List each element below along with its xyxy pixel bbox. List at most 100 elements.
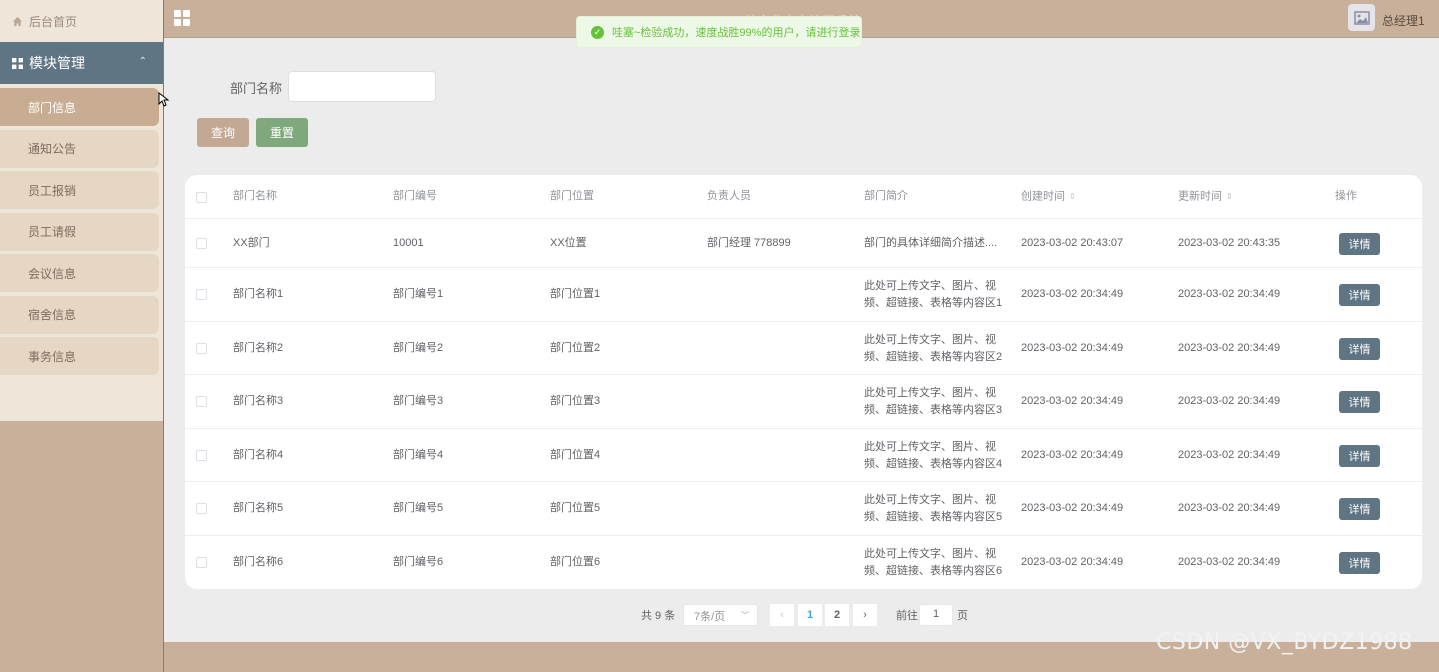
home-icon <box>12 16 23 26</box>
image-icon <box>1353 10 1370 25</box>
cell-updated: 2023-03-02 20:34:49 <box>1178 341 1281 354</box>
cell-code: 部门编号5 <box>393 502 444 514</box>
cell-code: 部门编号2 <box>393 341 444 354</box>
pagination-total: 共 9 条 <box>641 610 676 622</box>
row-checkbox[interactable] <box>196 342 207 354</box>
table-row: XX部门 10001 XX位置 部门经理 778899 部门的具体详细简介描述.... 2… <box>185 219 1422 268</box>
success-toast: ✓ 哇塞~检验成功，速度战胜99%的用户，请进行登录 <box>576 16 862 48</box>
column-header-label: 部门简介 <box>864 190 908 202</box>
avatar[interactable] <box>1348 4 1375 31</box>
sidebar-item[interactable]: 事务信息 <box>0 337 159 375</box>
next-page-button[interactable]: › <box>853 604 877 626</box>
chevron-right-icon: › <box>863 609 867 621</box>
grid-icon <box>12 57 23 69</box>
goto-label: 前往 <box>896 610 918 622</box>
detail-button[interactable]: 详情 <box>1339 498 1380 520</box>
cell-updated: 2023-03-02 20:43:35 <box>1178 236 1281 249</box>
intro-line-1: 此处可上传文字、图片、视 <box>864 494 996 506</box>
page-size-select[interactable]: 7条/页 ﹀ <box>683 604 758 626</box>
detail-button[interactable]: 详情 <box>1339 444 1380 467</box>
intro-line-2: 频、超链接、表格等内容区6 <box>864 564 1003 577</box>
sidebar-item[interactable]: 员工报销 <box>0 171 159 209</box>
column-header[interactable]: 创建时间 ⇕ <box>1021 188 1076 205</box>
detail-button[interactable]: 详情 <box>1339 551 1380 574</box>
reset-button[interactable]: 重置 <box>256 118 308 147</box>
chevron-up-icon: ⌃ <box>138 56 147 67</box>
detail-button[interactable]: 详情 <box>1339 337 1380 360</box>
cell-created: 2023-03-02 20:34:49 <box>1021 502 1124 514</box>
cell-intro: 部门的具体详细简介描述.... <box>864 235 1004 252</box>
cell-name: 部门名称6 <box>233 555 284 568</box>
query-button[interactable]: 查询 <box>197 118 249 147</box>
column-header-label: 部门位置 <box>550 190 594 202</box>
cell-location: 部门位置6 <box>550 555 601 568</box>
row-checkbox[interactable] <box>196 449 207 461</box>
table-row: 部门名称1 部门编号1 部门位置1 此处可上传文字、图片、视 频、超链接、表格等内容区1… <box>185 268 1422 322</box>
row-checkbox[interactable] <box>196 237 207 249</box>
cell-code: 部门编号6 <box>393 555 444 568</box>
cell-location: 部门位置3 <box>550 395 601 407</box>
sidebar-group-label: 模块管理 <box>29 55 85 71</box>
search-label: 部门名称 <box>230 81 283 96</box>
dept-table: 部门名称 部门编号 部门位置 负责人员 部门简介 创建时间 ⇕ 更新时间 ⇕ 操作 XX部门 1000… <box>185 175 1422 589</box>
sidebar-item[interactable]: 会议信息 <box>0 254 159 292</box>
column-header[interactable]: 更新时间 ⇕ <box>1178 188 1233 205</box>
table-row: 部门名称5 部门编号5 部门位置5 此处可上传文字、图片、视 频、超链接、表格等内容区5… <box>185 482 1422 536</box>
cell-created: 2023-03-02 20:34:49 <box>1021 395 1124 407</box>
menu-grid-icon[interactable] <box>174 10 190 26</box>
chevron-left-icon: ‹ <box>780 609 784 621</box>
cell-location: 部门位置4 <box>550 448 601 461</box>
row-checkbox[interactable] <box>196 556 207 568</box>
cell-created: 2023-03-02 20:34:49 <box>1021 288 1124 300</box>
cell-code: 部门编号4 <box>393 448 444 461</box>
cell-intro: 此处可上传文字、图片、视 频、超链接、表格等内容区4 <box>864 439 1004 473</box>
page-jump-input[interactable]: 1 <box>919 604 953 626</box>
column-header-label: 部门编号 <box>393 190 437 202</box>
table-row: 部门名称4 部门编号4 部门位置4 此处可上传文字、图片、视 频、超链接、表格等内容区4… <box>185 429 1422 482</box>
page-unit-label: 页 <box>957 610 968 622</box>
sidebar-home[interactable]: 后台首页 <box>0 0 163 42</box>
sidebar-item[interactable]: 员工请假 <box>0 212 159 251</box>
toast-message: 哇塞~检验成功，速度战胜99%的用户，请进行登录 <box>612 27 861 39</box>
cell-name: 部门名称3 <box>233 395 284 407</box>
cell-location: XX位置 <box>550 236 587 249</box>
sort-icon[interactable]: ⇕ <box>1069 188 1076 205</box>
sidebar-home-label: 后台首页 <box>29 14 78 29</box>
sidebar-submenu: 部门信息 通知公告 员工报销 员工请假 会议信息 宿舍信息 事务信息 <box>0 84 163 421</box>
check-circle-icon: ✓ <box>591 25 604 39</box>
cell-updated: 2023-03-02 20:34:49 <box>1178 448 1281 461</box>
select-all-checkbox[interactable] <box>196 192 207 203</box>
detail-button[interactable]: 详情 <box>1339 232 1380 255</box>
sort-icon[interactable]: ⇕ <box>1226 188 1233 205</box>
cell-code: 10001 <box>393 236 424 249</box>
row-checkbox[interactable] <box>196 503 207 514</box>
sidebar-group-modules[interactable]: 模块管理 ⌃ <box>0 42 163 84</box>
prev-page-button[interactable]: ‹ <box>770 604 794 626</box>
cell-updated: 2023-03-02 20:34:49 <box>1178 555 1281 568</box>
cell-intro: 此处可上传文字、图片、视 频、超链接、表格等内容区5 <box>864 492 1004 526</box>
page-1-button[interactable]: 1 <box>798 604 822 626</box>
cell-code: 部门编号1 <box>393 288 444 300</box>
cell-name: 部门名称2 <box>233 341 284 354</box>
sidebar-item[interactable]: 部门信息 <box>0 88 159 126</box>
cell-created: 2023-03-02 20:43:07 <box>1021 236 1124 249</box>
intro-line-1: 部门的具体详细简介描述.... <box>864 236 998 249</box>
column-header-label: 操作 <box>1335 190 1357 202</box>
cell-name: 部门名称4 <box>233 448 284 461</box>
detail-button[interactable]: 详情 <box>1339 284 1380 306</box>
row-checkbox[interactable] <box>196 396 207 407</box>
sidebar-item[interactable]: 通知公告 <box>0 129 159 168</box>
username[interactable]: 总经理1 <box>1382 12 1425 29</box>
detail-button[interactable]: 详情 <box>1339 391 1380 413</box>
page-2-button[interactable]: 2 <box>825 604 849 626</box>
table-header: 部门名称 部门编号 部门位置 负责人员 部门简介 创建时间 ⇕ 更新时间 ⇕ 操作 <box>185 175 1422 219</box>
sidebar-item[interactable]: 宿舍信息 <box>0 295 159 334</box>
cell-name: 部门名称5 <box>233 502 284 514</box>
dept-name-input[interactable] <box>288 71 436 102</box>
row-checkbox[interactable] <box>196 289 207 300</box>
cell-intro: 此处可上传文字、图片、视 频、超链接、表格等内容区6 <box>864 546 1004 580</box>
page-size-value: 7条/页 <box>694 611 726 623</box>
intro-line-1: 此处可上传文字、图片、视 <box>864 547 996 560</box>
cell-name: 部门名称1 <box>233 288 284 300</box>
column-header: 部门位置 <box>550 188 594 205</box>
